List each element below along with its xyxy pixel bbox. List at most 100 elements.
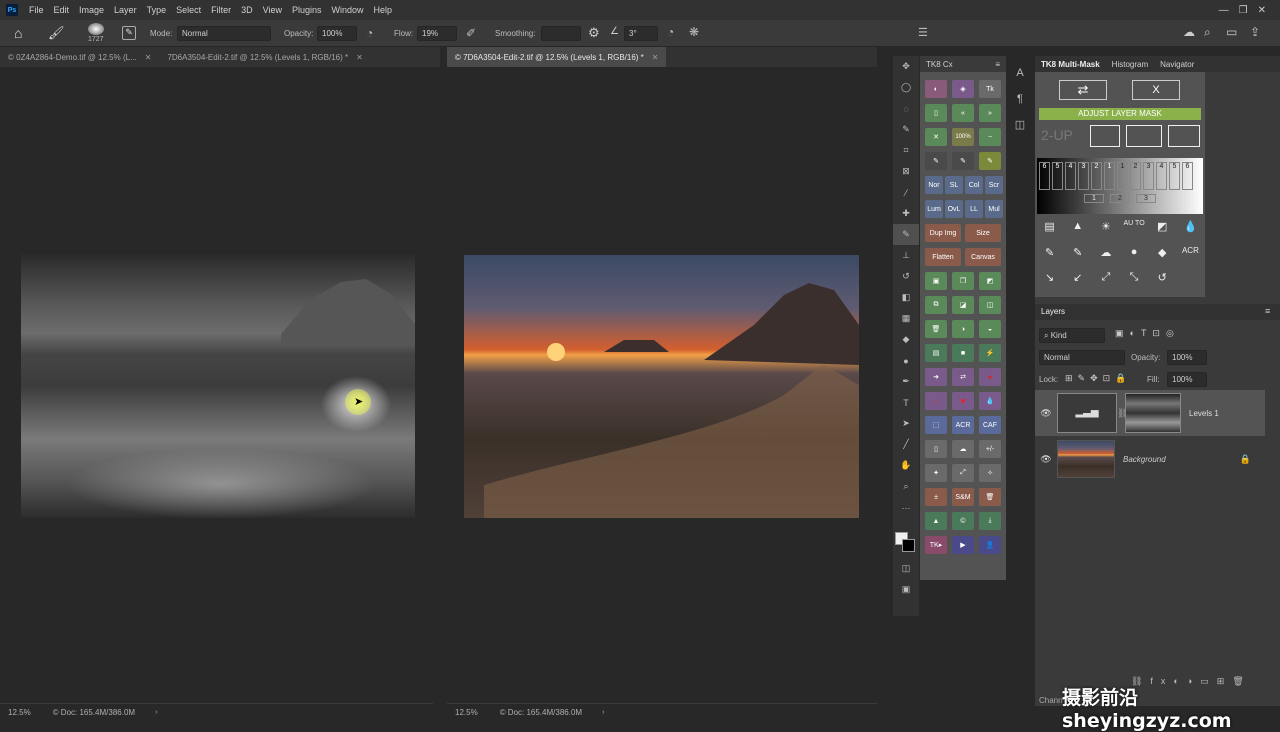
brush-tool-icon[interactable]: 🖌 [48,25,65,41]
expand-icon[interactable]: ⤢ [1093,271,1118,294]
curves-icon[interactable]: ▤ [1037,220,1062,243]
dodge-tool-icon[interactable]: ● [893,350,919,371]
tk8-weather-icon[interactable]: ☁ [952,440,974,458]
more-tools-icon[interactable]: ··· [893,497,919,518]
tk8-blend-scr[interactable]: Scr [985,176,1003,194]
tk8-blend-sl[interactable]: SL [945,176,963,194]
tk8-triangle-icon[interactable]: ▲ [925,512,947,530]
layer-name[interactable]: Levels 1 [1189,409,1219,418]
type-tool-icon[interactable]: T [893,392,919,413]
tk8-brush-color-icon[interactable]: ✎ [979,152,1001,170]
smoothing-field[interactable] [541,26,581,41]
zone-cell[interactable]: 4 [1065,162,1076,190]
layer-name[interactable]: Background [1123,455,1166,464]
tk8-delete-icon[interactable]: 🗑 [979,488,1001,506]
menu-edit[interactable]: Edit [49,5,75,15]
crop-tool-icon[interactable]: ⌗ [893,140,919,161]
tab-histogram[interactable]: Histogram [1106,60,1154,69]
brightness-icon[interactable]: ☀ [1093,220,1118,243]
tk8-dup-img-button[interactable]: Dup Img [925,224,961,242]
menu-filter[interactable]: Filter [206,5,236,15]
tk8-flatten-button[interactable]: Flatten [925,248,961,266]
lasso-tool-icon[interactable]: ◌ [893,98,919,119]
tk8-circle-sel-icon[interactable]: ○ [925,392,947,410]
tk8-blend-col[interactable]: Col [965,176,983,194]
zoom-readout[interactable]: 12.5% [8,708,31,717]
flow-field[interactable]: 19% [417,26,457,41]
tk8-forward-icon[interactable]: » [979,104,1001,122]
contract-icon[interactable]: ⤡ [1121,271,1146,294]
visibility-eye-icon[interactable]: 👁 [1035,408,1057,419]
zone-range-3[interactable]: 3 [1136,194,1156,203]
tab-navigator[interactable]: Navigator [1154,60,1200,69]
opacity-field[interactable]: 100% [317,26,357,41]
swap-icon[interactable]: ⇄ [1059,80,1107,100]
zone-cell[interactable]: 3 [1143,162,1154,190]
search-icon[interactable]: ⌕ [1204,25,1211,40]
layers-title[interactable]: Layers [1041,307,1065,316]
visibility-eye-icon[interactable]: 👁 [1035,454,1057,465]
lock-icons[interactable]: ⊞✎✥⊡🔒 [1065,373,1131,384]
hand-tool-icon[interactable]: ✋ [893,455,919,476]
eraser-tool-icon[interactable]: ◧ [893,287,919,308]
brush-tool-icon[interactable]: ✎ [893,224,919,245]
tk8-tk-button[interactable]: TK ▸ [925,536,947,554]
tab-edit-doc-active[interactable]: © 7D6A3504-Edit-2.tif @ 12.5% (Levels 1,… [447,47,667,67]
tk8-grad-icon[interactable]: ▤ [925,344,947,362]
cloud-icon[interactable]: ☁ [1093,246,1118,269]
mask-edit-icon[interactable]: ◩ [1150,220,1175,243]
dodge-icon[interactable]: ● [1121,246,1146,269]
frame-tool-icon[interactable]: ⊠ [893,161,919,182]
zone-cell[interactable]: 5 [1052,162,1063,190]
blob-icon[interactable]: ◆ [1150,246,1175,269]
multimask-x-button[interactable]: X [1132,80,1180,100]
stamp-tool-icon[interactable]: ⊥ [893,245,919,266]
tk8-canvas-button[interactable]: Canvas [965,248,1001,266]
status-arrow-icon[interactable]: › [602,709,604,716]
tk8-download-icon[interactable]: ⤓ [979,512,1001,530]
gradient-tool-icon[interactable]: ▦ [893,308,919,329]
two-up-label[interactable]: 2-UP [1041,127,1073,143]
menu-layer[interactable]: Layer [109,5,142,15]
tk8-record-icon[interactable]: ● [979,368,1001,386]
layer-row-levels[interactable]: 👁 ▂▃▅ ⛓ Levels 1 [1035,390,1265,436]
home-icon[interactable]: ⌂ [14,25,22,41]
menu-select[interactable]: Select [171,5,206,15]
close-tab-icon[interactable]: ✕ [356,53,363,62]
tk8-play-icon[interactable]: ▶ [952,536,974,554]
zone-range-2[interactable]: 2 [1110,194,1130,203]
quick-mask-icon[interactable]: ◫ [893,558,919,579]
status-arrow-icon[interactable]: › [155,709,157,716]
cloud-icon[interactable]: ☁ [1183,25,1195,39]
close-icon[interactable]: ✕ [1258,5,1266,16]
background-color-swatch[interactable] [902,539,915,552]
tk8-user-icon[interactable]: 👤 [979,536,1001,554]
zone-cell[interactable]: 6 [1182,162,1193,190]
zone-cell[interactable]: 5 [1169,162,1180,190]
tk8-logo-icon[interactable]: Tk [979,80,1001,98]
layout-two-up-icon[interactable] [1168,125,1200,147]
tk8-size-button[interactable]: Size [965,224,1001,242]
tk8-settings-icon[interactable]: ± [925,488,947,506]
arrow-down-right-icon[interactable]: ↘ [1037,271,1062,294]
tk8-copyright-icon[interactable]: © [952,512,974,530]
tk8-plusminus-button[interactable]: +/- [979,440,1001,458]
close-tab-icon[interactable]: ✕ [145,53,152,62]
tab-multimask[interactable]: TK8 Multi-Mask [1035,60,1106,69]
layer-opacity-field[interactable]: 100% [1167,350,1207,365]
tk8-dodge-icon[interactable]: ✦ [925,464,947,482]
link-icon[interactable]: ⛓ [1117,408,1128,419]
tk8-blend-nor[interactable]: Nor [925,176,943,194]
close-tab-icon[interactable]: ✕ [652,53,659,62]
tk8-brush-black-icon[interactable]: ✎ [925,152,947,170]
layer-row-background[interactable]: 👁 Background 🔒 [1035,438,1265,480]
tk8-resize-icon[interactable]: ⤢ [952,464,974,482]
arrow-down-left-icon[interactable]: ↙ [1065,271,1090,294]
layout-split-vertical-icon[interactable] [1090,125,1120,147]
airbrush-icon[interactable]: ✐ [466,26,476,40]
layer-filter-icons[interactable]: ▣◐T⊡◎ [1115,328,1180,339]
menu-3d[interactable]: 3D [236,5,258,15]
workspace-icon[interactable]: ☰ [918,26,928,39]
brush-white-icon[interactable]: ✎ [1065,246,1090,269]
menu-plugins[interactable]: Plugins [287,5,327,15]
